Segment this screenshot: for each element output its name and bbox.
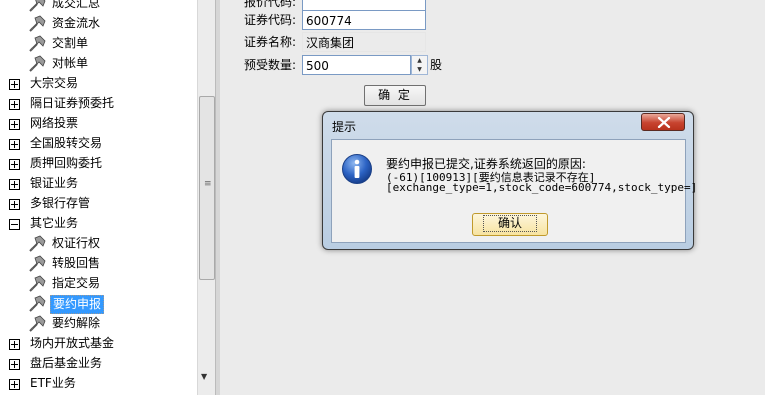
tree-item[interactable]: ETF业务 bbox=[0, 374, 197, 394]
dialog-title: 提示 bbox=[332, 120, 357, 134]
tree-item-label: 权证行权 bbox=[52, 236, 101, 250]
quantity-input[interactable]: 500 bbox=[302, 55, 411, 75]
tool-icon bbox=[28, 275, 46, 293]
stock-name-value: 汉商集团 bbox=[302, 32, 426, 52]
collapse-icon[interactable] bbox=[9, 219, 20, 230]
stepper-up-icon[interactable]: ▲ bbox=[412, 56, 427, 65]
tree-item-label: 对帐单 bbox=[52, 56, 89, 70]
tree-item-label: 全国股转交易 bbox=[30, 136, 103, 150]
message-dialog: 提示 要约申报已提交,证券系统返回的原因: (-61)[100913][要约信息… bbox=[322, 111, 697, 250]
tree-item-label: 要约申报 bbox=[50, 295, 105, 314]
tree-item[interactable]: 要约申报 bbox=[0, 294, 197, 314]
tool-icon bbox=[28, 255, 46, 273]
tree-item-label: 交割单 bbox=[52, 36, 89, 50]
expand-icon[interactable] bbox=[9, 139, 20, 150]
stock-name-label: 证券名称: bbox=[244, 35, 297, 49]
tool-icon bbox=[28, 55, 46, 73]
stock-code-input[interactable]: 600774 bbox=[302, 10, 426, 30]
scroll-down-arrow-icon[interactable]: ▼ bbox=[201, 372, 207, 381]
tree-item[interactable]: 大宗交易 bbox=[0, 74, 197, 94]
tool-icon bbox=[28, 15, 46, 33]
tree-item[interactable]: 资金流水 bbox=[0, 14, 197, 34]
expand-icon[interactable] bbox=[9, 179, 20, 190]
expand-icon[interactable] bbox=[9, 379, 20, 390]
tree-item-label: 大宗交易 bbox=[30, 76, 79, 90]
expand-icon[interactable] bbox=[9, 119, 20, 130]
quantity-unit: 股 bbox=[430, 58, 443, 72]
tree-item-label: 盘后基金业务 bbox=[30, 356, 103, 370]
tree-item-label: 其它业务 bbox=[30, 216, 79, 230]
expand-icon[interactable] bbox=[9, 339, 20, 350]
tree-item[interactable]: 其它业务 bbox=[0, 214, 197, 234]
tree-item-label: 指定交易 bbox=[52, 276, 101, 290]
tree-item[interactable]: 要约解除 bbox=[0, 314, 197, 334]
tree-item[interactable]: 交割单 bbox=[0, 34, 197, 54]
tree-item[interactable]: 转股回售 bbox=[0, 254, 197, 274]
dialog-close-button[interactable] bbox=[641, 113, 685, 131]
expand-icon[interactable] bbox=[9, 79, 20, 90]
tree-item[interactable]: 对帐单 bbox=[0, 54, 197, 74]
confirm-button[interactable]: 确 定 bbox=[364, 85, 426, 106]
navigation-tree: 成交汇总资金流水交割单对帐单大宗交易隔日证券预委托 网络投票全国股转交易 质押回购委… bbox=[0, 0, 197, 395]
tree-item[interactable]: 网络投票 bbox=[0, 114, 197, 134]
tree-item[interactable]: 银证业务 bbox=[0, 174, 197, 194]
tree-item-label: ETF业务 bbox=[30, 376, 76, 390]
tree-item-label: 场内开放式基金 bbox=[30, 336, 115, 350]
tree-item-label: 网络投票 bbox=[30, 116, 79, 130]
expand-icon[interactable] bbox=[9, 99, 20, 110]
scrollbar-thumb[interactable]: ≡ bbox=[199, 96, 215, 280]
tree-item[interactable]: 隔日证券预委托 bbox=[0, 94, 197, 114]
expand-icon[interactable] bbox=[9, 159, 20, 170]
quantity-stepper[interactable]: ▲ ▼ bbox=[411, 55, 428, 75]
stock-code-label: 证券代码: bbox=[244, 13, 297, 27]
tree-item-label: 质押回购委托 bbox=[30, 156, 103, 170]
tree-item[interactable]: 场内开放式基金 bbox=[0, 334, 197, 354]
tool-icon bbox=[28, 0, 46, 13]
tool-icon bbox=[28, 35, 46, 53]
tool-icon bbox=[28, 235, 46, 253]
tree-item[interactable]: 全国股转交易 bbox=[0, 134, 197, 154]
tree-item[interactable]: 权证行权 bbox=[0, 234, 197, 254]
tree-item-label: 资金流水 bbox=[52, 16, 101, 30]
expand-icon[interactable] bbox=[9, 359, 20, 370]
tool-icon bbox=[28, 295, 46, 313]
ok-button[interactable]: 确认 bbox=[472, 213, 548, 236]
tree-item[interactable]: 多银行存管 bbox=[0, 194, 197, 214]
quantity-label: 预受数量: bbox=[244, 58, 297, 72]
tree-item-label: 转股回售 bbox=[52, 256, 101, 270]
tree-item[interactable]: 成交汇总 bbox=[0, 0, 197, 14]
tree-item[interactable]: 盘后基金业务 bbox=[0, 354, 197, 374]
tree-item[interactable]: 指定交易 bbox=[0, 274, 197, 294]
tree-item-label: 隔日证券预委托 bbox=[30, 96, 115, 110]
tree-item-label: 成交汇总 bbox=[52, 0, 101, 10]
close-icon bbox=[657, 117, 671, 128]
tree-item-label: 要约解除 bbox=[52, 316, 101, 330]
ok-button-label: 确认 bbox=[482, 215, 537, 232]
scrollbar-grip-icon: ≡ bbox=[204, 179, 212, 189]
expand-icon[interactable] bbox=[9, 199, 20, 210]
tree-item[interactable]: 质押回购委托 bbox=[0, 154, 197, 174]
tree-item-label: 多银行存管 bbox=[30, 196, 91, 210]
stepper-down-icon[interactable]: ▼ bbox=[412, 65, 427, 74]
tool-icon bbox=[28, 315, 46, 333]
tree-scrollbar[interactable]: ≡ ▼ bbox=[197, 0, 215, 395]
info-icon bbox=[342, 154, 372, 184]
dialog-body: 要约申报已提交,证券系统返回的原因: (-61)[100913][要约信息表记录… bbox=[331, 139, 697, 243]
dialog-message-line3: [exchange_type=1,stock_code=600774,stock… bbox=[386, 181, 698, 194]
tree-item-label: 银证业务 bbox=[30, 176, 79, 190]
